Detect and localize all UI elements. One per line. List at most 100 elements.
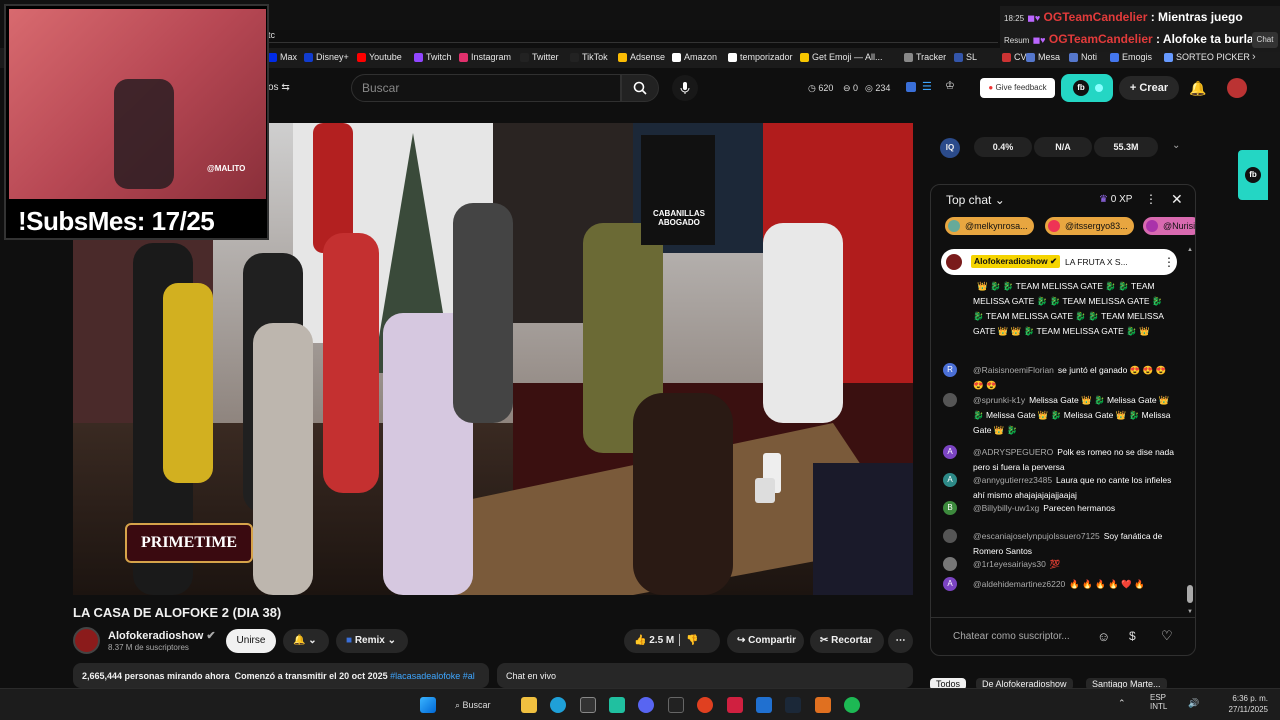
epic-games-icon[interactable] <box>668 697 684 713</box>
bookmark-adsense[interactable]: Adsense <box>618 52 665 62</box>
scroll-down-icon[interactable]: ▼ <box>1187 609 1193 615</box>
avatar[interactable] <box>1227 78 1247 98</box>
file-explorer-icon[interactable] <box>521 697 537 713</box>
pinned-menu-dots-icon[interactable]: ⋮ <box>1163 255 1175 269</box>
bookmark-tracker[interactable]: Tracker <box>904 52 946 62</box>
channel-name[interactable]: Alofokeradioshow ✔ <box>108 629 216 642</box>
pinned-message[interactable]: Alofokeradioshow ✔ LA FRUTA X S... ⋮ <box>941 249 1177 275</box>
bookmark-sl[interactable]: SL <box>954 52 977 62</box>
xp-badge[interactable]: ♛ 0 XP <box>1099 194 1132 205</box>
remix-button[interactable]: ■ Remix ⌄ <box>336 629 408 653</box>
app-icon[interactable] <box>756 697 772 713</box>
bookmark-cv[interactable]: CV <box>1002 52 1027 62</box>
list-extension-icon[interactable]: ☰ <box>922 80 932 93</box>
chat-author-avatar: A <box>943 445 957 459</box>
chat-filter-tab[interactable]: Santiago Marte... <box>1086 678 1167 688</box>
scroll-up-icon[interactable]: ▲ <box>1187 247 1193 253</box>
chat-scrollbar[interactable]: ▲ ▼ <box>1187 247 1193 617</box>
address-bar-fragment[interactable]: tc <box>268 30 275 42</box>
bookmark-amazon[interactable]: Amazon <box>672 52 717 62</box>
chat-live-panel-label: Chat en vivo <box>497 663 913 688</box>
edge-icon[interactable] <box>550 697 566 713</box>
bookmarks-overflow-chevron-icon[interactable]: › <box>1252 51 1256 63</box>
bookmark-instagram[interactable]: Instagram <box>459 52 511 62</box>
chat-message[interactable]: A @aldehidemartinez6220 🔥 🔥 🔥 🔥 ❤️ 🔥 <box>943 577 1175 592</box>
notifications-bell-icon[interactable]: 🔔 <box>1186 76 1210 100</box>
app-icon[interactable] <box>815 697 831 713</box>
bookmark-emogis[interactable]: Emogis <box>1110 52 1152 62</box>
chat-filter-tab[interactable]: De Alofokeradioshow <box>976 678 1073 688</box>
overlay-chat-button[interactable]: Chat <box>1252 32 1278 48</box>
start-menu-icon[interactable] <box>420 697 436 713</box>
chat-message[interactable]: B @Billybilly-uw1xg Parecen hermanos <box>943 501 1175 516</box>
bookmark-twitter[interactable]: Twitter <box>520 52 559 62</box>
channel-avatar[interactable] <box>73 627 100 654</box>
adsense-icon <box>618 52 627 62</box>
super-chat-icon[interactable]: $ <box>1129 629 1136 643</box>
bookmark-get-emoji-all[interactable]: Get Emoji — All... <box>800 52 883 62</box>
chevron-down-icon[interactable]: ⌄ <box>1172 140 1180 151</box>
top-chat-dropdown[interactable]: Top chat ⌄ <box>946 193 1005 207</box>
chat-message[interactable]: @sprunki-k1y Melissa Gate 👑 🐉 Melissa Gat… <box>943 393 1175 438</box>
search-input[interactable]: Buscar <box>351 74 621 102</box>
spotify-icon[interactable] <box>844 697 860 713</box>
voice-search-button[interactable] <box>672 75 698 101</box>
give-feedback-button[interactable]: ● Give feedback <box>980 78 1055 98</box>
donor-chip[interactable]: @itssergyo83... <box>1045 217 1134 235</box>
heart-icon[interactable]: ♡ <box>1161 628 1173 644</box>
chat-filter-tab[interactable]: Todos <box>930 678 967 688</box>
extension-toggle-button[interactable]: fb <box>1061 74 1113 102</box>
discord-icon[interactable] <box>638 697 654 713</box>
iq-extension-icon[interactable] <box>906 82 916 92</box>
chat-input[interactable]: Chatear como suscriptor... ☺ $ ♡ <box>937 625 1191 651</box>
join-button[interactable]: Unirse <box>226 629 276 653</box>
subscribed-notifications-button[interactable]: 🔔 ⌄ <box>283 629 329 653</box>
thumbs-down-icon: 👎 <box>686 635 699 646</box>
extension-side-tab[interactable]: fb <box>1238 150 1268 200</box>
chat-message[interactable]: @escaniajoselynpujolssuero7125 Soy fanáti… <box>943 529 1175 559</box>
like-button[interactable]: 👍 2.5 M │ 👎 <box>624 629 720 653</box>
chat-menu-dots-icon[interactable]: ⋮ <box>1145 192 1157 206</box>
app-icon[interactable] <box>609 697 625 713</box>
clock[interactable]: 6:36 p. m. 27/11/2025 <box>1200 693 1268 715</box>
clip-button[interactable]: ✂ Recortar <box>810 629 884 653</box>
create-button[interactable]: + Crear <box>1119 76 1179 100</box>
trophy-icon[interactable]: ♔ <box>945 79 955 92</box>
emoji-icon[interactable]: ☺ <box>1097 629 1110 644</box>
bookmark-twitch[interactable]: Twitch <box>414 52 452 62</box>
tray-chevron-icon[interactable]: ⌃ <box>1118 698 1126 709</box>
bookmark-label: CV <box>1014 52 1027 62</box>
store-icon[interactable] <box>580 697 596 713</box>
close-chat-icon[interactable]: ✕ <box>1171 191 1183 208</box>
windows-taskbar: ⌕ Buscar ⌃ ESP INTL 🔊 6:36 p. m. 27/11/202… <box>0 688 1280 720</box>
bookmark-max[interactable]: Max <box>268 52 297 62</box>
bookmark-sorteo-picker[interactable]: SORTEO PICKER <box>1164 52 1250 62</box>
chat-message[interactable]: R @RaisisnoemiFlorian se juntó el ganado 😍… <box>943 363 1175 393</box>
bookmark-youtube[interactable]: Youtube <box>357 52 402 62</box>
chat-text: Parecen hermanos <box>1043 503 1116 513</box>
bookmark-mesa[interactable]: Mesa <box>1026 52 1060 62</box>
app-icon[interactable] <box>697 697 713 713</box>
bookmark-disney[interactable]: Disney+ <box>304 52 349 62</box>
chat-message[interactable]: A @ADRYSPEGUERO Polk es romeo no se dise n… <box>943 445 1175 475</box>
donor-chip[interactable]: @Nurisi <box>1143 217 1195 235</box>
app-icon[interactable] <box>727 697 743 713</box>
share-button[interactable]: ↪ Compartir <box>727 629 804 653</box>
bookmark-tiktok[interactable]: TikTok <box>570 52 608 62</box>
chat-message[interactable]: A @annygutierrez3485 Laura que no cante lo… <box>943 473 1175 503</box>
bookmark-noti[interactable]: Noti <box>1069 52 1097 62</box>
chat-author: @RaisisnoemiFlorian <box>973 365 1054 375</box>
more-actions-button[interactable]: ⋯ <box>888 629 913 653</box>
taskbar-search[interactable]: ⌕ Buscar <box>455 694 513 716</box>
bookmark-temporizador[interactable]: temporizador <box>728 52 793 62</box>
steam-icon[interactable] <box>785 697 801 713</box>
description-box[interactable]: 2,665,444 personas mirando ahora Comenzó… <box>73 663 489 688</box>
volume-icon[interactable]: 🔊 <box>1188 698 1199 709</box>
search-button[interactable] <box>621 74 659 102</box>
language-indicator[interactable]: ESP INTL <box>1150 693 1167 711</box>
donor-chip[interactable]: @melkynrosa... <box>945 217 1034 235</box>
scrollbar-thumb[interactable] <box>1187 585 1193 603</box>
chat-message[interactable]: 👑 🐉 🐉 TEAM MELISSA GATE 🐉 🐉 TEAM MELISSA… <box>943 279 1175 339</box>
stream-chat-overlay: 18:25 ◼♥ OGTeamCandelier : Mientras jueg… <box>1000 6 1280 52</box>
chat-message[interactable]: @1r1eyesairiays30 💯 <box>943 557 1175 572</box>
